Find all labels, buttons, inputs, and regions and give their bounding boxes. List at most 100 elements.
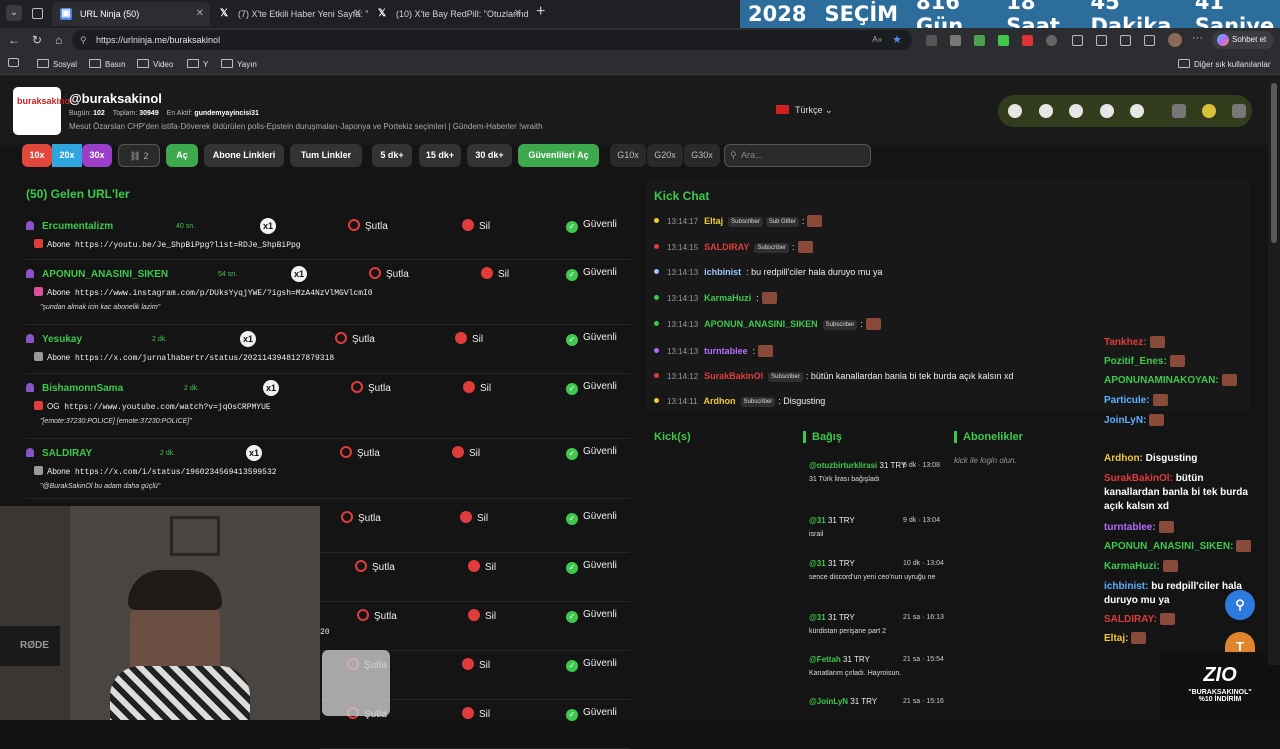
close-tab-icon[interactable]: ✕ bbox=[196, 2, 204, 26]
chat-username[interactable]: Ardhon bbox=[704, 396, 736, 406]
read-aloud-icon[interactable]: A» bbox=[872, 30, 882, 50]
bookmark-folder-y[interactable]: Y bbox=[187, 59, 208, 69]
close-tab-icon[interactable]: ✕ bbox=[354, 2, 362, 26]
downloads-icon[interactable] bbox=[1144, 35, 1155, 46]
speed-30x-button[interactable]: 30x bbox=[82, 144, 112, 167]
url-field[interactable]: ⚲ https://urlninja.me/buraksakinol A» ★ bbox=[72, 30, 912, 50]
open-button[interactable]: Aç bbox=[166, 144, 198, 167]
delete-button[interactable]: Sil bbox=[462, 658, 490, 671]
tab-url-ninja[interactable]: ▣ URL Ninja (50) ✕ bbox=[52, 2, 210, 26]
channel-handle[interactable]: @buraksakinol bbox=[69, 91, 162, 106]
copilot-chat-button[interactable]: Sohbet et bbox=[1212, 31, 1274, 49]
extensions-puzzle-icon[interactable] bbox=[1046, 35, 1057, 46]
sub-links-button[interactable]: Abone Linkleri bbox=[204, 144, 284, 167]
channel-logo[interactable]: buraksakinol bbox=[13, 87, 73, 135]
settings-icon[interactable] bbox=[1008, 104, 1022, 118]
search-input[interactable]: ⚲ Ara... bbox=[724, 144, 871, 167]
bookmark-folder-yayin[interactable]: Yayın bbox=[221, 59, 257, 69]
submitted-url[interactable]: OG https://www.youtube.com/watch?v=jqOsC… bbox=[34, 401, 271, 412]
open-safe-button[interactable]: Güvenlileri Aç bbox=[518, 144, 599, 167]
delete-button[interactable]: Sil bbox=[460, 511, 488, 524]
safe-button[interactable]: ✓ Güvenli bbox=[566, 560, 617, 574]
tab-x-etkili-haber[interactable]: 𝕏 (7) X'te Etkili Haber Yeni Sayfa: "Ek … bbox=[210, 2, 368, 26]
delete-button[interactable]: Sil bbox=[462, 219, 490, 232]
extension-icon[interactable] bbox=[974, 35, 985, 46]
workspaces-icon[interactable] bbox=[32, 8, 43, 19]
scrollbar-thumb[interactable] bbox=[1271, 83, 1277, 243]
ban-button[interactable]: Şutla bbox=[369, 267, 409, 280]
filter-5dk-button[interactable]: 5 dk+ bbox=[372, 144, 412, 167]
safe-button[interactable]: ✓ Güvenli bbox=[566, 219, 617, 233]
username[interactable]: Ercumentalizm bbox=[26, 221, 113, 232]
tab-menu-icon[interactable]: ⌄ bbox=[6, 5, 22, 21]
username[interactable]: Yesukay bbox=[26, 334, 82, 345]
ban-button[interactable]: Şutla bbox=[355, 560, 395, 573]
chat-username[interactable]: turntablee bbox=[704, 346, 748, 356]
delete-button[interactable]: Sil bbox=[463, 381, 491, 394]
extension-icon[interactable] bbox=[998, 35, 1009, 46]
chat-username[interactable]: APONUN_ANASINI_SIKEN bbox=[704, 319, 818, 329]
chat-username[interactable]: KarmaHuzi bbox=[704, 293, 751, 303]
instagram-icon[interactable] bbox=[1069, 104, 1083, 118]
more-menu-icon[interactable]: ··· bbox=[1192, 32, 1203, 44]
extension-icon[interactable] bbox=[926, 35, 937, 46]
filter-15dk-button[interactable]: 15 dk+ bbox=[419, 144, 461, 167]
safe-button[interactable]: ✓ Güvenli bbox=[566, 511, 617, 525]
submitted-url[interactable]: Abone https://x.com/jurnalhabertr/status… bbox=[34, 352, 334, 363]
link-count-field[interactable]: ⛓ 2 bbox=[118, 144, 160, 167]
favorite-star-icon[interactable]: ★ bbox=[892, 30, 902, 50]
submitted-url[interactable]: Abone https://youtu.be/Je_ShpBiPpg?list=… bbox=[34, 239, 301, 250]
twitter-icon[interactable] bbox=[1039, 104, 1053, 118]
close-tab-icon[interactable]: ✕ bbox=[514, 2, 522, 26]
delete-button[interactable]: Sil bbox=[468, 560, 496, 573]
delete-button[interactable]: Sil bbox=[452, 446, 480, 459]
home-icon[interactable]: ⌂ bbox=[55, 32, 62, 48]
username[interactable]: SALDIRAY bbox=[26, 448, 92, 459]
delete-button[interactable]: Sil bbox=[462, 707, 490, 720]
ban-button[interactable]: Şutla bbox=[340, 446, 380, 459]
chat-username[interactable]: SurakBakinOl bbox=[704, 371, 763, 381]
other-bookmarks-folder[interactable]: Diğer sık kullanılanlar bbox=[1178, 59, 1270, 69]
ban-button[interactable]: Şutla bbox=[348, 219, 388, 232]
back-icon[interactable]: ← bbox=[8, 32, 20, 48]
safe-button[interactable]: ✓ Güvenli bbox=[566, 446, 617, 460]
group-g10x-button[interactable]: G10x bbox=[610, 144, 646, 167]
tab-x-bay-redpill[interactable]: 𝕏 (10) X'te Bay RedPill: "Otuzlarındal ✕ bbox=[368, 2, 528, 26]
ban-button[interactable]: Şutla bbox=[357, 609, 397, 622]
ban-button[interactable]: Şutla bbox=[351, 381, 391, 394]
language-selector[interactable]: Türkçe ⌄ bbox=[776, 105, 833, 116]
filter-30dk-button[interactable]: 30 dk+ bbox=[467, 144, 512, 167]
safe-button[interactable]: ✓ Güvenli bbox=[566, 707, 617, 721]
trash-icon[interactable] bbox=[1172, 104, 1186, 118]
chat-username[interactable]: Eltaj bbox=[704, 216, 723, 226]
pause-icon[interactable] bbox=[1202, 104, 1216, 118]
group-g20x-button[interactable]: G20x bbox=[647, 144, 683, 167]
extension-icon[interactable] bbox=[950, 35, 961, 46]
bookmark-folder-sosyal[interactable]: Sosyal bbox=[37, 59, 77, 69]
delete-button[interactable]: Sil bbox=[481, 267, 509, 280]
chat-username[interactable]: SALDIRAY bbox=[704, 242, 749, 252]
all-links-button[interactable]: Tum Linkler bbox=[290, 144, 362, 167]
safe-button[interactable]: ✓ Güvenli bbox=[566, 332, 617, 346]
split-screen-icon[interactable] bbox=[1072, 35, 1083, 46]
profile-avatar[interactable] bbox=[1168, 33, 1182, 47]
search-fab-button[interactable]: ⚲ bbox=[1225, 590, 1255, 620]
ban-button[interactable]: Şutla bbox=[341, 511, 381, 524]
speed-10x-button[interactable]: 10x bbox=[22, 144, 52, 167]
favorites-icon[interactable] bbox=[1096, 35, 1107, 46]
delete-button[interactable]: Sil bbox=[455, 332, 483, 345]
submitted-url[interactable]: Abone https://www.instagram.com/p/DUksYy… bbox=[34, 287, 373, 298]
username[interactable]: BishamonnSama bbox=[26, 383, 123, 394]
delete-button[interactable]: Sil bbox=[468, 609, 496, 622]
submitted-url[interactable]: Abone https://x.com/i/status/19602345694… bbox=[34, 466, 277, 477]
ban-button[interactable]: Şutla bbox=[335, 332, 375, 345]
safe-button[interactable]: ✓ Güvenli bbox=[566, 381, 617, 395]
logout-icon[interactable] bbox=[1232, 104, 1246, 118]
new-tab-button[interactable]: + bbox=[536, 3, 545, 21]
bookmark-folder-video[interactable]: Video bbox=[137, 59, 173, 69]
safe-button[interactable]: ✓ Güvenli bbox=[566, 267, 617, 281]
extension-icon[interactable] bbox=[1022, 35, 1033, 46]
reload-icon[interactable]: ↻ bbox=[32, 32, 42, 48]
safe-button[interactable]: ✓ Güvenli bbox=[566, 609, 617, 623]
group-g30x-button[interactable]: G30x bbox=[684, 144, 720, 167]
